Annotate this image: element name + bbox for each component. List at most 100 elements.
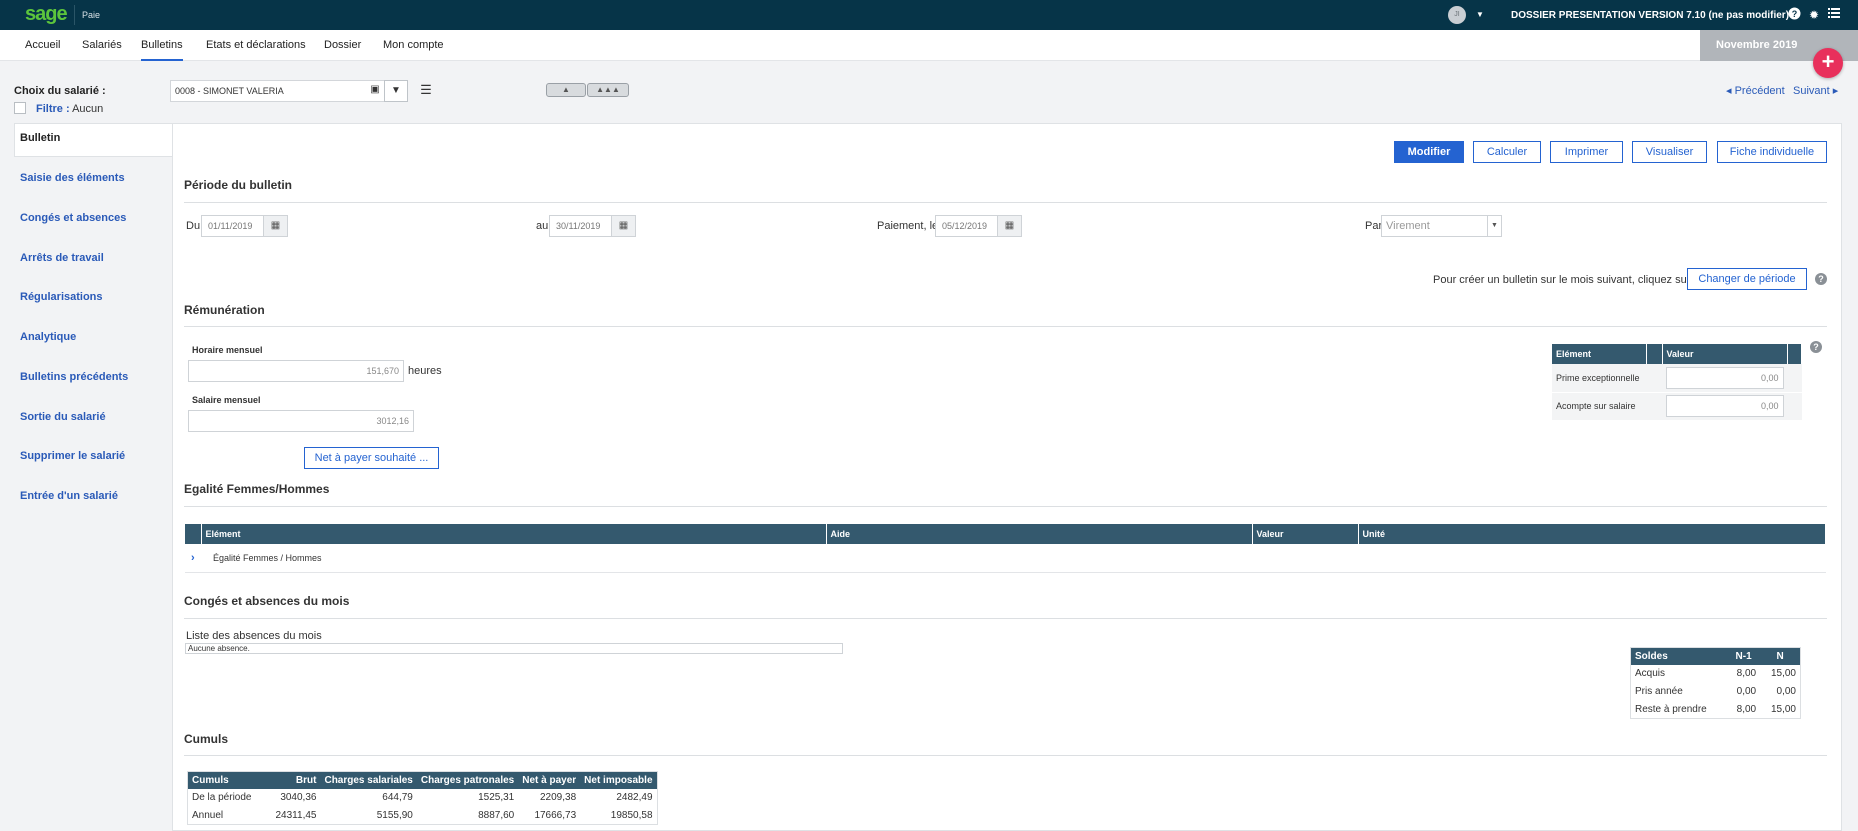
employee-card-icon[interactable]: ▣ <box>366 80 384 102</box>
absences-list-label: Liste des absences du mois <box>186 630 322 642</box>
sidebar-item-sortie[interactable]: Sortie du salarié <box>20 411 106 423</box>
solde-n: 15,00 <box>1770 703 1796 715</box>
changer-periode-button[interactable]: Changer de période <box>1687 268 1807 290</box>
salaire-label: Salaire mensuel <box>192 395 261 405</box>
sidebar-item-bulletins-precedents[interactable]: Bulletins précédents <box>20 371 128 383</box>
nav-mon-compte[interactable]: Mon compte <box>383 30 444 61</box>
elements-table: Elément Valeur Prime exceptionnelle 0,00… <box>1552 344 1802 421</box>
sidebar-item-arrets[interactable]: Arrêts de travail <box>20 252 104 264</box>
sage-logo[interactable]: sage <box>25 3 68 26</box>
column-header: Charges salariales <box>320 771 417 789</box>
expand-chevron-icon[interactable]: › <box>185 544 201 572</box>
solde-n1: 0,00 <box>1736 686 1757 697</box>
next-link[interactable]: Suivant ▸ <box>1793 84 1838 97</box>
nav-accueil[interactable]: Accueil <box>25 30 60 61</box>
calculer-button[interactable]: Calculer <box>1473 141 1541 163</box>
cumuls-divider <box>184 755 1827 756</box>
nav-dossier[interactable]: Dossier <box>324 30 361 61</box>
prime-value-field[interactable]: 0,00 <box>1666 366 1784 389</box>
column-spacer <box>1646 344 1663 364</box>
cumul-cell: 19850,58 <box>610 809 653 821</box>
sidebar-item-saisie[interactable]: Saisie des éléments <box>20 172 125 184</box>
table-row[interactable]: › Égalité Femmes / Hommes <box>185 544 1826 572</box>
solde-n: 15,00 <box>1770 668 1796 679</box>
help-icon[interactable]: ? <box>1810 341 1822 353</box>
employee-choice-label: Choix du salarié : <box>14 85 106 97</box>
column-header: Charges patronales <box>416 771 519 789</box>
du-date-field[interactable]: 01/11/2019 ▦ <box>201 215 288 237</box>
element-value-cell: 0,00 <box>1662 364 1788 393</box>
nav-salaries[interactable]: Salariés <box>82 30 122 61</box>
previous-link[interactable]: ◂ Précédent <box>1726 84 1785 97</box>
sidebar-item-regularisations[interactable]: Régularisations <box>20 291 103 303</box>
net-a-payer-button[interactable]: Net à payer souhaité ... <box>304 447 439 469</box>
table-row: Pris année 0,00 0,00 <box>1631 683 1801 701</box>
remuneration-divider <box>184 326 1827 327</box>
modifier-button[interactable]: Modifier <box>1394 141 1464 163</box>
bug-icon[interactable]: ✹ <box>1806 7 1822 23</box>
svg-text:?: ? <box>1791 9 1797 19</box>
table-row: De la période 3040,36 644,79 1525,31 220… <box>188 789 658 807</box>
cumul-cell: 5155,90 <box>376 809 413 821</box>
table-header: Elément Aide Valeur Unité <box>185 524 1826 544</box>
single-person-icon[interactable]: ▲ <box>546 83 586 97</box>
table-header: Soldes N-1 N <box>1630 647 1801 665</box>
element-label: Acompte sur salaire <box>1552 392 1662 421</box>
chevron-down-icon[interactable]: ▼ <box>1487 216 1501 236</box>
user-avatar[interactable]: JI <box>1448 6 1466 24</box>
salaire-field[interactable]: 3012,16 <box>188 410 414 432</box>
nav-bulletins[interactable]: Bulletins <box>141 30 183 61</box>
egalite-title: Egalité Femmes/Hommes <box>184 482 330 496</box>
calendar-icon[interactable]: ▦ <box>611 216 635 236</box>
fiche-individuelle-button[interactable]: Fiche individuelle <box>1717 141 1827 163</box>
egalite-divider <box>184 506 1827 507</box>
nav-etats-declarations[interactable]: Etats et déclarations <box>206 30 306 61</box>
sidebar-item-analytique[interactable]: Analytique <box>20 331 76 343</box>
du-label: Du <box>186 220 201 232</box>
sidebar-item-supprimer[interactable]: Supprimer le salarié <box>20 450 125 462</box>
add-button[interactable]: + <box>1813 48 1843 78</box>
task-list-icon[interactable] <box>1826 7 1842 23</box>
column-header: Net imposable <box>580 771 658 789</box>
solde-label: Acquis <box>1635 668 1666 679</box>
par-label: Par <box>1365 220 1383 232</box>
calendar-icon[interactable]: ▦ <box>263 216 287 236</box>
soldes-table: Soldes N-1 N Acquis 8,00 15,00 Pris anné… <box>1630 647 1801 719</box>
paiement-label: Paiement, le <box>877 220 939 232</box>
column-header: Soldes <box>1630 647 1728 665</box>
app-name: Paie <box>82 10 101 20</box>
help-icon[interactable]: ? <box>1786 7 1802 23</box>
column-header: Unité <box>1358 524 1826 544</box>
group-people-icon[interactable]: ▲▲▲ <box>587 83 629 97</box>
filter-text[interactable]: Filtre : Aucun <box>36 103 103 115</box>
imprimer-button[interactable]: Imprimer <box>1550 141 1623 163</box>
solde-n1: 8,00 <box>1736 703 1757 715</box>
sidebar-item-bulletin[interactable]: Bulletin <box>20 132 60 144</box>
sidebar-item-conges[interactable]: Congés et absences <box>20 212 126 224</box>
user-menu-caret-icon[interactable]: ▼ <box>1476 10 1484 19</box>
acompte-value-field[interactable]: 0,00 <box>1666 395 1784 417</box>
payment-method-value: Virement <box>1386 220 1430 232</box>
calendar-icon[interactable]: ▦ <box>997 216 1021 236</box>
sidebar-item-entree[interactable]: Entrée d'un salarié <box>20 490 118 502</box>
table-row: Reste à prendre 8,00 15,00 <box>1631 701 1801 719</box>
cumul-cell: 17666,73 <box>534 809 577 821</box>
table-header: Cumuls Brut Charges salariales Charges p… <box>187 771 658 789</box>
employee-dropdown-icon[interactable]: ▼ <box>384 80 408 102</box>
list-icon[interactable]: ☰ <box>418 80 434 102</box>
dossier-selector[interactable]: DOSSIER PRESENTATION VERSION 7.10 (ne pa… <box>1511 10 1797 21</box>
filter-value: Aucun <box>72 103 104 115</box>
filter-checkbox[interactable] <box>14 102 26 114</box>
column-header: Aide <box>826 524 1253 544</box>
periode-title: Période du bulletin <box>184 178 293 192</box>
visualiser-button[interactable]: Visualiser <box>1632 141 1707 163</box>
au-date-value: 30/11/2019 <box>556 221 601 231</box>
help-icon[interactable]: ? <box>1815 273 1827 285</box>
paiement-date-field[interactable]: 05/12/2019 ▦ <box>935 215 1022 237</box>
payment-method-select[interactable]: Virement ▼ <box>1381 215 1502 237</box>
au-date-field[interactable]: 30/11/2019 ▦ <box>549 215 636 237</box>
main-nav: Accueil Salariés Bulletins Etats et décl… <box>0 30 1858 61</box>
horaire-field[interactable]: 151,670 <box>188 360 404 382</box>
conges-title: Congés et absences du mois <box>184 594 350 608</box>
egalite-table: Elément Aide Valeur Unité › Égalité Femm… <box>185 524 1826 573</box>
